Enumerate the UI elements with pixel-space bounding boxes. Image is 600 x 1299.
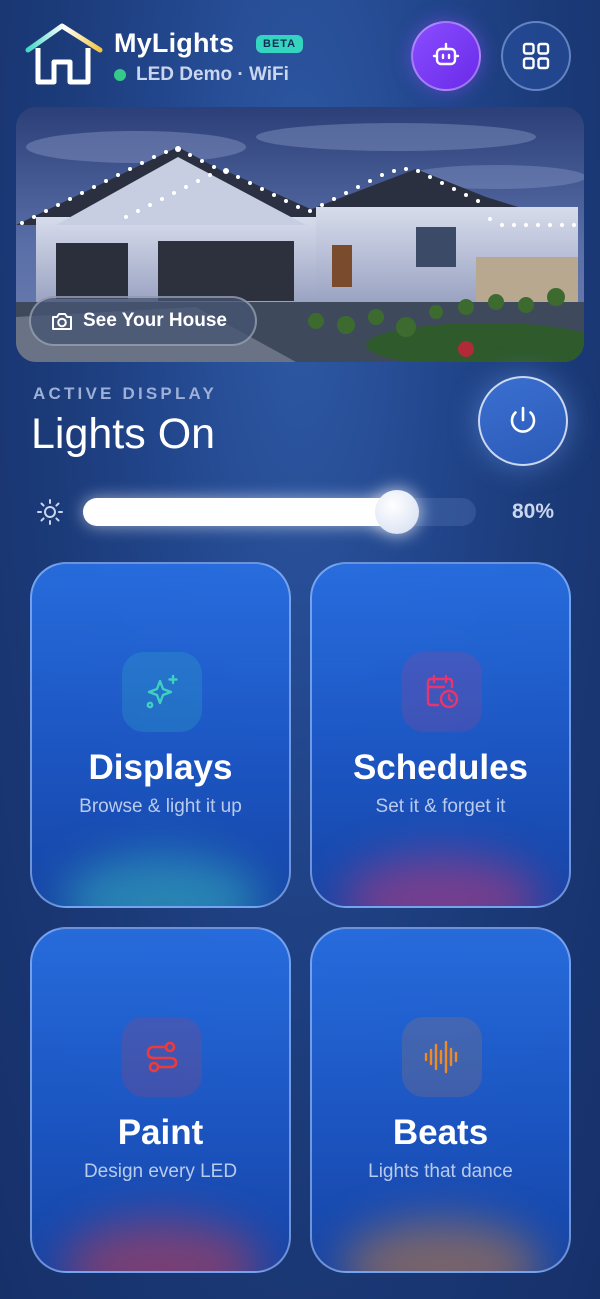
brightness-slider[interactable] [83, 490, 476, 534]
beats-card[interactable]: Beats Lights that dance [310, 927, 571, 1273]
sun-icon [37, 499, 63, 525]
displays-card[interactable]: Displays Browse & light it up [30, 562, 291, 908]
card-glow [62, 1221, 262, 1271]
connection-status-dot [114, 69, 126, 81]
paint-title: Paint [117, 1113, 204, 1152]
robot-icon [432, 42, 460, 66]
app-header: MyLights BETA LED Demo · WiFi [0, 0, 600, 100]
brightness-slider-thumb[interactable] [375, 490, 420, 534]
schedules-card[interactable]: Schedules Set it & forget it [310, 562, 571, 908]
beta-badge: BETA [256, 35, 304, 53]
displays-subtitle: Browse & light it up [79, 796, 242, 817]
beats-title: Beats [392, 1113, 489, 1152]
calendar-clock-icon [426, 674, 459, 709]
beats-icon-box [402, 1017, 482, 1097]
grid-icon [522, 42, 550, 70]
brightness-slider-fill [83, 498, 398, 526]
sparkles-icon [146, 674, 178, 709]
paint-path-icon [146, 1041, 178, 1073]
assistant-button[interactable] [411, 21, 481, 91]
schedules-icon-box [402, 652, 482, 732]
app-title: MyLights [114, 28, 235, 58]
paint-card[interactable]: Paint Design every LED [30, 927, 291, 1273]
power-icon [510, 406, 536, 433]
card-glow [62, 856, 262, 906]
paint-subtitle: Design every LED [83, 1161, 238, 1182]
power-button[interactable] [478, 376, 568, 466]
house-logo-icon [25, 23, 103, 85]
see-your-house-label: See Your House [83, 310, 227, 331]
displays-icon-box [122, 652, 202, 732]
see-your-house-button[interactable]: See Your House [29, 296, 257, 346]
active-display-label: ACTIVE DISPLAY [33, 384, 217, 403]
brightness-value: 80% [512, 500, 555, 523]
card-glow [342, 856, 542, 906]
menu-grid-button[interactable] [501, 21, 571, 91]
card-glow [342, 1221, 542, 1271]
paint-icon-box [122, 1017, 202, 1097]
audio-wave-icon [424, 1040, 458, 1074]
beats-subtitle: Lights that dance [368, 1161, 513, 1182]
schedules-subtitle: Set it & forget it [375, 796, 506, 817]
schedules-title: Schedules [352, 748, 529, 787]
displays-title: Displays [88, 748, 233, 787]
camera-icon [52, 313, 72, 330]
connection-status: LED Demo · WiFi [136, 64, 289, 85]
active-display-value: Lights On [31, 410, 216, 458]
